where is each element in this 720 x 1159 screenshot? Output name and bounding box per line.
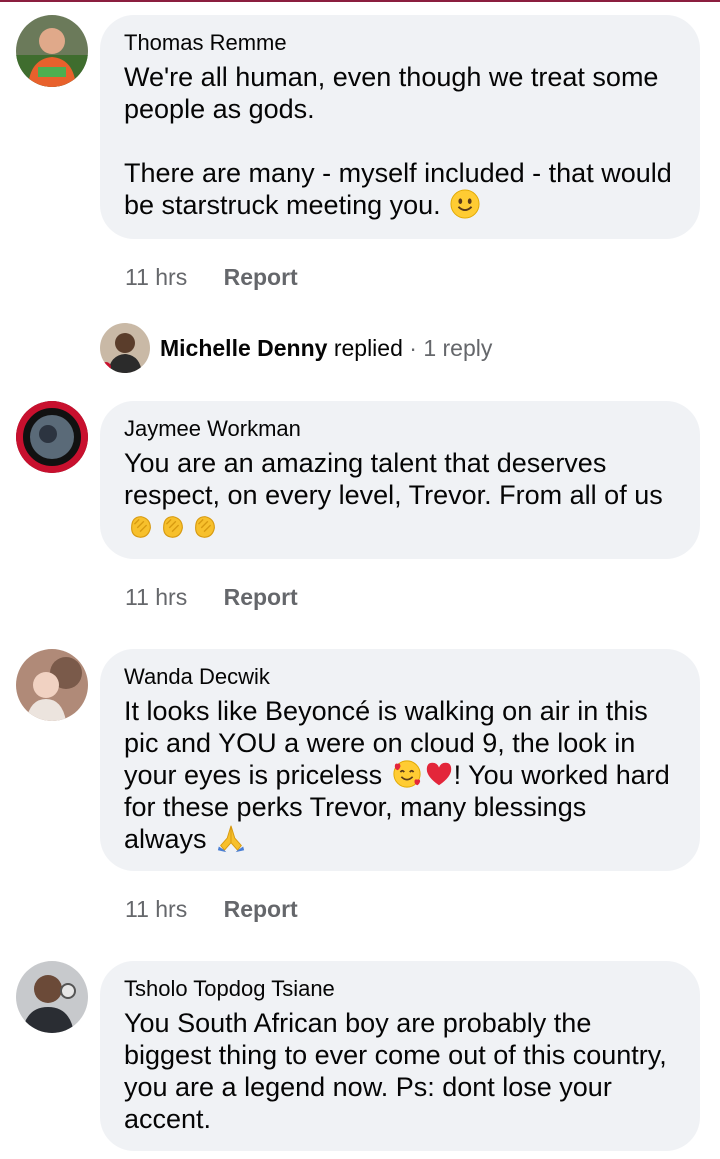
avatar-jaymee-workman[interactable] <box>16 401 88 473</box>
report-button[interactable]: Report <box>224 584 298 610</box>
smiling-face-with-hearts-emoji-icon <box>393 760 421 788</box>
replies-summary[interactable]: Michelle Denny replied · 1 reply <box>100 323 492 373</box>
comment-author[interactable]: Tsholo Topdog Tsiane <box>124 975 676 1003</box>
separator-dot: · <box>409 334 417 361</box>
report-button[interactable]: Report <box>224 264 298 290</box>
avatar-tsholo-topdog-tsiane[interactable] <box>16 961 88 1033</box>
comment-text: You South African boy are probably the b… <box>124 1008 667 1134</box>
comment-paragraph: There are many - myself included - that … <box>124 158 672 220</box>
comment-bubble: Wanda Decwik It looks like Beyoncé is wa… <box>100 649 700 871</box>
comment-bubble: Jaymee Workman You are an amazing talent… <box>100 401 700 559</box>
reply-author-name[interactable]: Michelle Denny <box>160 335 327 361</box>
avatar-thomas-remme[interactable] <box>16 15 88 87</box>
comment-timestamp[interactable]: 11 hrs <box>125 264 187 290</box>
comment-paragraph: We're all human, even though we treat so… <box>124 62 659 124</box>
reply-count[interactable]: 1 reply <box>423 335 492 361</box>
comment-bubble: Tsholo Topdog Tsiane You South African b… <box>100 961 700 1151</box>
avatar-wanda-decwik[interactable] <box>16 649 88 721</box>
comment-meta: 11 hrs Report <box>125 583 298 611</box>
clapping-hands-emoji-icon <box>131 516 151 538</box>
comment-author[interactable]: Thomas Remme <box>124 29 676 57</box>
comment-author[interactable]: Jaymee Workman <box>124 415 676 443</box>
red-heart-emoji-icon <box>426 762 451 786</box>
comment-bubble: Thomas Remme We're all human, even thoug… <box>100 15 700 239</box>
reply-summary-text[interactable]: Michelle Denny replied · 1 reply <box>160 335 492 362</box>
comment-timestamp[interactable]: 11 hrs <box>125 896 187 922</box>
reply-action: replied <box>333 334 403 361</box>
smiley-emoji-icon <box>450 189 480 219</box>
avatar-michelle-denny[interactable] <box>100 323 150 373</box>
report-button[interactable]: Report <box>224 896 298 922</box>
comment-text: You are an amazing talent that deserves … <box>124 447 676 543</box>
comment-timestamp[interactable]: 11 hrs <box>125 584 187 610</box>
comment-author[interactable]: Wanda Decwik <box>124 663 676 691</box>
comment-text: It looks like Beyoncé is walking on air … <box>124 695 676 855</box>
praying-hands-emoji-icon <box>217 825 245 853</box>
comment-meta: 11 hrs Report <box>125 263 298 291</box>
clapping-hands-emoji-icon <box>195 516 215 538</box>
comment-meta: 11 hrs Report <box>125 895 298 923</box>
comment-paragraph: You are an amazing talent that deserves … <box>124 448 663 510</box>
top-divider <box>0 0 720 2</box>
clapping-hands-emoji-icon <box>163 516 183 538</box>
comment-text: We're all human, even though we treat so… <box>124 61 676 221</box>
